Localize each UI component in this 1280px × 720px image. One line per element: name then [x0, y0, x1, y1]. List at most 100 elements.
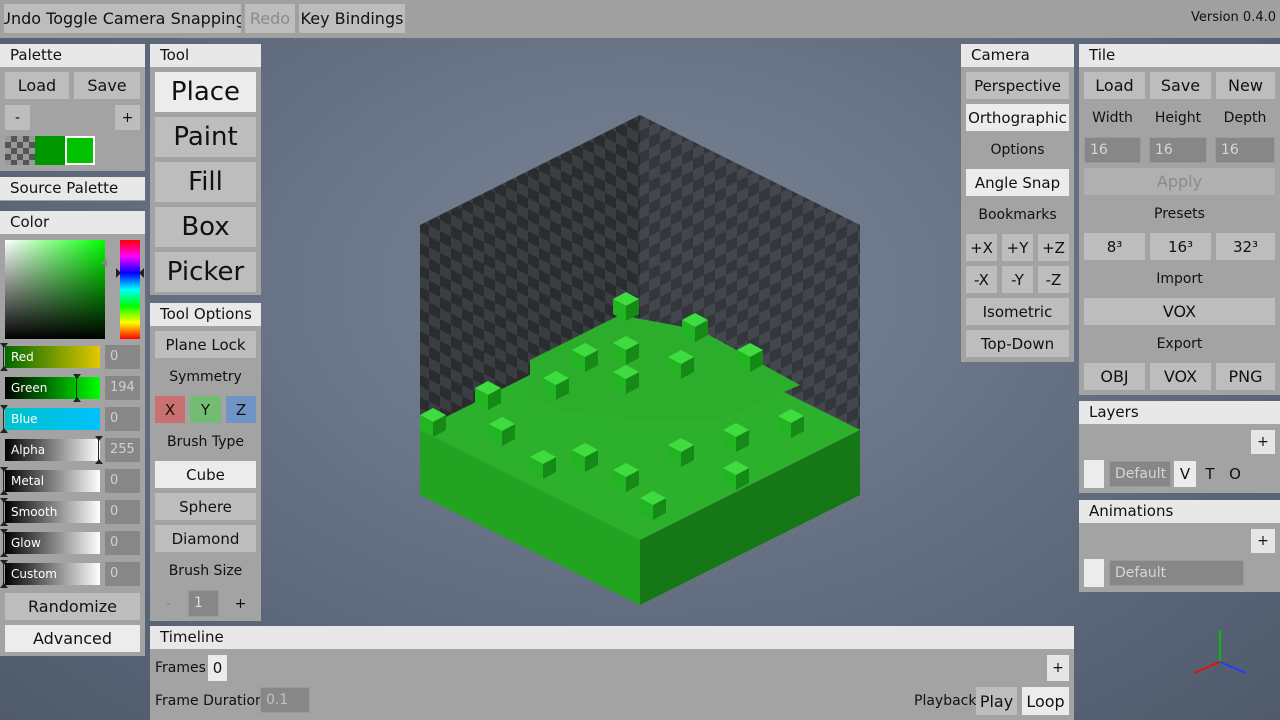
brush-size-decrease-button[interactable]: -	[155, 590, 182, 617]
slider-smooth[interactable]: Smooth	[5, 501, 100, 523]
slider-green[interactable]: Green	[5, 377, 100, 399]
symmetry-x-button[interactable]: X	[155, 396, 185, 423]
bookmark-plus-y-button[interactable]: +Y	[1002, 234, 1033, 261]
slider-red[interactable]: Red	[5, 346, 100, 368]
export-vox-button[interactable]: VOX	[1150, 363, 1211, 390]
bookmark-minus-y-button[interactable]: -Y	[1002, 266, 1033, 293]
slider-blue[interactable]: Blue	[5, 408, 100, 430]
slider-smooth-value[interactable]: 0	[105, 500, 140, 524]
tool-picker-button[interactable]: Picker	[155, 252, 256, 292]
angle-snap-button[interactable]: Angle Snap	[966, 169, 1069, 196]
tile-new-button[interactable]: New	[1216, 72, 1275, 99]
slider-metal-handle[interactable]	[0, 467, 9, 495]
loop-button[interactable]: Loop	[1022, 687, 1069, 715]
slider-glow[interactable]: Glow	[5, 532, 100, 554]
palette-save-button[interactable]: Save	[74, 72, 140, 99]
layer-visible-toggle[interactable]: V	[1174, 461, 1196, 487]
tool-box-button[interactable]: Box	[155, 207, 256, 247]
bookmark-minus-x-button[interactable]: -X	[966, 266, 997, 293]
isometric-button[interactable]: Isometric	[966, 298, 1069, 325]
hue-slider[interactable]	[120, 240, 140, 339]
slider-alpha-value[interactable]: 255	[105, 438, 140, 462]
slider-green-value[interactable]: 194	[105, 376, 140, 400]
undo-button[interactable]: Undo Toggle Camera Snapping	[4, 4, 241, 33]
redo-button[interactable]: Redo	[245, 4, 295, 33]
slider-custom-handle[interactable]	[0, 560, 9, 588]
presets-label: Presets	[1154, 206, 1205, 222]
source-palette-title[interactable]: Source Palette	[0, 177, 145, 200]
bookmark-minus-z-button[interactable]: -Z	[1038, 266, 1069, 293]
symmetry-y-button[interactable]: Y	[190, 396, 221, 423]
import-vox-button[interactable]: VOX	[1084, 298, 1275, 325]
add-layer-button[interactable]: +	[1251, 430, 1275, 454]
brush-cube-button[interactable]: Cube	[155, 461, 256, 488]
frame-duration-input[interactable]: 0.1	[260, 687, 310, 713]
palette-transparent-swatch[interactable]	[5, 136, 35, 165]
slider-glow-value[interactable]: 0	[105, 531, 140, 555]
brush-size-increase-button[interactable]: +	[225, 590, 256, 617]
randomize-button[interactable]: Randomize	[5, 593, 140, 620]
preset-16-button[interactable]: 16³	[1150, 233, 1211, 260]
animations-panel: Animations + Default	[1079, 500, 1280, 592]
frame-duration-label: Frame Duration	[155, 693, 264, 709]
advanced-button[interactable]: Advanced	[5, 625, 140, 652]
preset-32-button[interactable]: 32³	[1216, 233, 1275, 260]
palette-swatch-dark-green[interactable]	[35, 136, 65, 165]
palette-title: Palette	[0, 44, 145, 67]
orthographic-button[interactable]: Orthographic	[966, 104, 1069, 131]
tool-place-button[interactable]: Place	[155, 72, 256, 112]
layer-name-input[interactable]: Default	[1109, 461, 1171, 487]
tile-height-input[interactable]: 16	[1149, 137, 1207, 163]
preset-8-button[interactable]: 8³	[1084, 233, 1145, 260]
tile-depth-input[interactable]: 16	[1215, 137, 1275, 163]
brush-diamond-button[interactable]: Diamond	[155, 525, 256, 552]
slider-custom[interactable]: Custom	[5, 563, 100, 585]
symmetry-z-button[interactable]: Z	[226, 396, 256, 423]
voxel-viewport[interactable]	[262, 40, 958, 620]
animation-name-input[interactable]: Default	[1109, 560, 1244, 586]
slider-red-handle[interactable]	[0, 343, 9, 371]
top-down-button[interactable]: Top-Down	[966, 330, 1069, 357]
slider-glow-handle[interactable]	[0, 529, 9, 557]
tool-paint-button[interactable]: Paint	[155, 117, 256, 157]
color-picker-square[interactable]	[5, 240, 105, 339]
perspective-button[interactable]: Perspective	[966, 72, 1069, 99]
key-bindings-button[interactable]: Key Bindings	[299, 4, 405, 33]
slider-custom-value[interactable]: 0	[105, 562, 140, 586]
export-png-button[interactable]: PNG	[1216, 363, 1275, 390]
brush-size-input[interactable]: 1	[188, 590, 219, 617]
add-animation-button[interactable]: +	[1251, 529, 1275, 553]
animation-select-box[interactable]	[1084, 559, 1104, 587]
add-frame-button[interactable]: +	[1047, 655, 1069, 681]
palette-add-button[interactable]: +	[115, 105, 140, 130]
bookmark-plus-z-button[interactable]: +Z	[1038, 234, 1069, 261]
layer-t-toggle[interactable]: T	[1199, 461, 1221, 487]
palette-load-button[interactable]: Load	[5, 72, 69, 99]
source-palette-panel[interactable]: Source Palette	[0, 177, 145, 201]
tile-apply-button[interactable]: Apply	[1084, 168, 1275, 195]
slider-green-handle[interactable]	[73, 374, 82, 402]
brush-sphere-button[interactable]: Sphere	[155, 493, 256, 520]
frame-0-button[interactable]: 0	[208, 655, 227, 681]
slider-metal-value[interactable]: 0	[105, 469, 140, 493]
tile-width-input[interactable]: 16	[1084, 137, 1141, 163]
slider-alpha-handle[interactable]	[95, 436, 104, 464]
layer-select-box[interactable]	[1084, 460, 1104, 488]
plane-lock-button[interactable]: Plane Lock	[155, 331, 256, 358]
bookmark-plus-x-button[interactable]: +X	[966, 234, 997, 261]
slider-blue-handle[interactable]	[0, 405, 9, 433]
brush-type-label: Brush Type	[166, 434, 244, 450]
slider-blue-value[interactable]: 0	[105, 407, 140, 431]
slider-smooth-handle[interactable]	[0, 498, 9, 526]
play-button[interactable]: Play	[976, 687, 1017, 715]
palette-remove-button[interactable]: -	[5, 105, 30, 130]
export-obj-button[interactable]: OBJ	[1084, 363, 1145, 390]
slider-metal[interactable]: Metal	[5, 470, 100, 492]
palette-swatch-green[interactable]	[65, 136, 95, 165]
tile-save-button[interactable]: Save	[1150, 72, 1211, 99]
tile-load-button[interactable]: Load	[1084, 72, 1145, 99]
tool-fill-button[interactable]: Fill	[155, 162, 256, 202]
slider-red-value[interactable]: 0	[105, 345, 140, 369]
slider-alpha[interactable]: Alpha	[5, 439, 100, 461]
layer-o-toggle[interactable]: O	[1224, 461, 1246, 487]
